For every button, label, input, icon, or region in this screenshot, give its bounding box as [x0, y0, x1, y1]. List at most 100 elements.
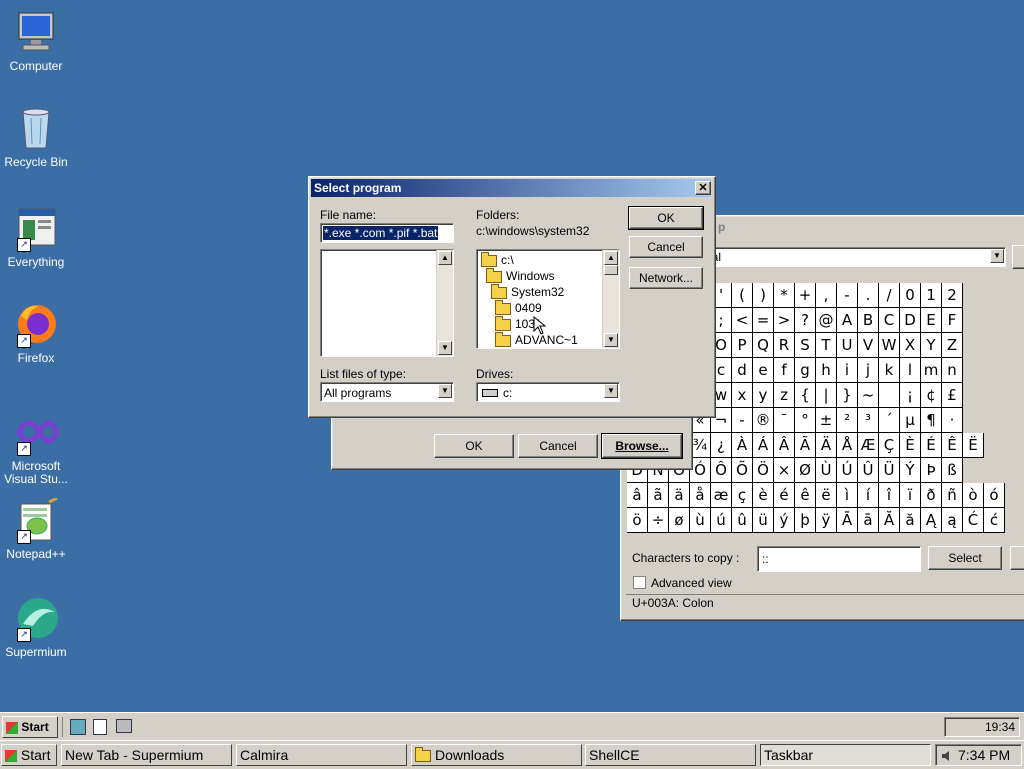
characters-to-copy-field[interactable]: :: — [757, 546, 921, 572]
character-cell[interactable]: ¾ — [690, 433, 711, 458]
character-cell[interactable]: ì — [837, 483, 858, 508]
character-cell[interactable]: ¯ — [774, 408, 795, 433]
character-cell[interactable]: ÷ — [648, 508, 669, 533]
character-cell[interactable]: ² — [837, 408, 858, 433]
character-cell[interactable]: V — [858, 333, 879, 358]
character-cell[interactable]: ç — [732, 483, 753, 508]
character-cell[interactable]: Ê — [942, 433, 963, 458]
character-cell[interactable]: { — [795, 383, 816, 408]
scroll-up-icon[interactable]: ▲ — [604, 251, 618, 265]
taskbar-button-downloads[interactable]: Downloads — [411, 744, 582, 766]
character-cell[interactable]: ÿ — [816, 508, 837, 533]
character-cell[interactable]: + — [795, 283, 816, 308]
character-cell[interactable]: U — [837, 333, 858, 358]
desktop-icon-computer[interactable]: Computer — [0, 10, 72, 73]
character-cell[interactable]: f — [774, 358, 795, 383]
character-cell[interactable]: ö — [627, 508, 648, 533]
character-cell[interactable]: ¢ — [921, 383, 942, 408]
character-cell[interactable]: Û — [858, 458, 879, 483]
character-cell[interactable]: ù — [690, 508, 711, 533]
character-cell[interactable]: - — [837, 283, 858, 308]
character-cell[interactable]: Q — [753, 333, 774, 358]
file-list-scrollbar[interactable]: ▲ ▼ — [436, 250, 453, 356]
character-cell[interactable]: F — [942, 308, 963, 333]
browse-button[interactable]: Browse... — [601, 433, 683, 459]
character-cell[interactable]: / — [879, 283, 900, 308]
ok-button[interactable]: OK — [628, 206, 704, 230]
drives-select[interactable]: c: ▼ — [476, 382, 620, 402]
character-cell[interactable]: ā — [858, 508, 879, 533]
printer-icon[interactable] — [116, 719, 132, 733]
start-button[interactable]: Start — [1, 744, 57, 766]
character-cell[interactable]: = — [753, 308, 774, 333]
desktop-icon-supermium[interactable]: ↗ Supermium — [0, 596, 72, 659]
scroll-down-icon[interactable]: ▼ — [604, 333, 618, 347]
character-cell[interactable]: ~ — [858, 383, 879, 408]
character-cell[interactable]: Ã — [795, 433, 816, 458]
character-cell[interactable]: è — [753, 483, 774, 508]
character-cell[interactable]: * — [774, 283, 795, 308]
desktop-icon-recycle-bin[interactable]: Recycle Bin — [0, 106, 72, 169]
character-cell[interactable]: ® — [753, 408, 774, 433]
character-cell[interactable]: 0 — [900, 283, 921, 308]
cancel-button[interactable]: Cancel — [629, 236, 703, 258]
character-cell[interactable]: d — [732, 358, 753, 383]
folder-item[interactable]: System32 — [491, 283, 564, 299]
character-cell[interactable]: g — [795, 358, 816, 383]
character-cell[interactable]: < — [732, 308, 753, 333]
character-cell[interactable]: ą — [942, 508, 963, 533]
taskbar-button-shellce[interactable]: ShellCE — [585, 744, 756, 766]
character-cell[interactable]: ° — [795, 408, 816, 433]
taskbar-button-supermium[interactable]: New Tab - Supermium — [61, 744, 232, 766]
character-cell[interactable]: ã — [648, 483, 669, 508]
character-cell[interactable]: E — [921, 308, 942, 333]
character-cell[interactable]: é — [774, 483, 795, 508]
character-cell[interactable]: y — [753, 383, 774, 408]
taskbar-button-taskbar[interactable]: Taskbar — [760, 744, 931, 766]
character-cell[interactable]: ú — [711, 508, 732, 533]
character-cell[interactable]: Ô — [711, 458, 732, 483]
file-list[interactable]: ▲ ▼ — [320, 249, 454, 357]
character-cell[interactable]: Æ — [858, 433, 879, 458]
character-cell[interactable]: ä — [669, 483, 690, 508]
speaker-icon[interactable] — [940, 748, 954, 762]
folder-item[interactable]: Windows — [486, 267, 555, 283]
character-cell[interactable]: - — [732, 408, 753, 433]
character-cell[interactable]: i — [837, 358, 858, 383]
character-cell[interactable]: Ù — [816, 458, 837, 483]
character-cell[interactable]: P — [732, 333, 753, 358]
character-cell[interactable]: È — [900, 433, 921, 458]
character-cell[interactable]: þ — [795, 508, 816, 533]
character-cell[interactable]: , — [816, 283, 837, 308]
character-cell[interactable]: â — [627, 483, 648, 508]
character-cell[interactable]: . — [858, 283, 879, 308]
character-cell[interactable]: £ — [942, 383, 963, 408]
back-ok-button[interactable]: OK — [434, 434, 514, 458]
character-cell[interactable]: h — [816, 358, 837, 383]
character-cell[interactable]: Þ — [921, 458, 942, 483]
folder-tree-scrollbar[interactable]: ▲ ▼ — [602, 250, 619, 348]
character-cell[interactable]: Ø — [795, 458, 816, 483]
network-button[interactable]: Network... — [629, 267, 703, 289]
advanced-view-checkbox[interactable] — [633, 576, 646, 589]
character-cell[interactable]: ó — [984, 483, 1005, 508]
character-cell[interactable]: l — [900, 358, 921, 383]
character-cell[interactable]: · — [942, 408, 963, 433]
character-cell[interactable]: | — [816, 383, 837, 408]
character-cell[interactable]: ê — [795, 483, 816, 508]
folder-tree[interactable]: c:\ Windows System32 0409 1031 ADVANC~1 … — [476, 249, 620, 349]
character-cell[interactable]: Ç — [879, 433, 900, 458]
character-cell[interactable]: Ć — [963, 508, 984, 533]
character-cell[interactable]: j — [858, 358, 879, 383]
file-type-select[interactable]: All programs ▼ — [320, 382, 454, 402]
character-cell[interactable]: z — [774, 383, 795, 408]
character-cell[interactable]: S — [795, 333, 816, 358]
character-cell[interactable]: ß — [942, 458, 963, 483]
folder-item[interactable]: 0409 — [495, 299, 542, 315]
character-cell[interactable]: ´ — [879, 408, 900, 433]
character-cell[interactable]: Z — [942, 333, 963, 358]
chevron-down-icon[interactable]: ▼ — [438, 384, 452, 398]
folder-item[interactable]: c:\ — [481, 251, 514, 267]
character-cell[interactable]: É — [921, 433, 942, 458]
taskbar-button-calmira[interactable]: Calmira — [236, 744, 407, 766]
